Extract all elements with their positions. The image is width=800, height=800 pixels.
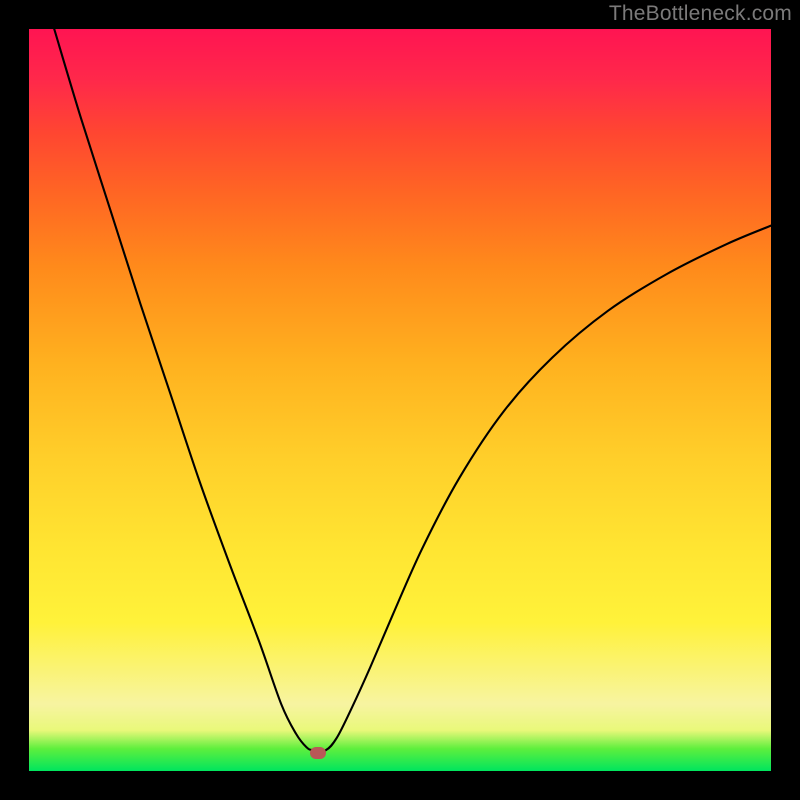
bottleneck-marker <box>310 747 326 759</box>
chart-curve <box>29 29 771 771</box>
watermark-label: TheBottleneck.com <box>609 2 792 26</box>
chart-plot-area <box>29 29 771 771</box>
